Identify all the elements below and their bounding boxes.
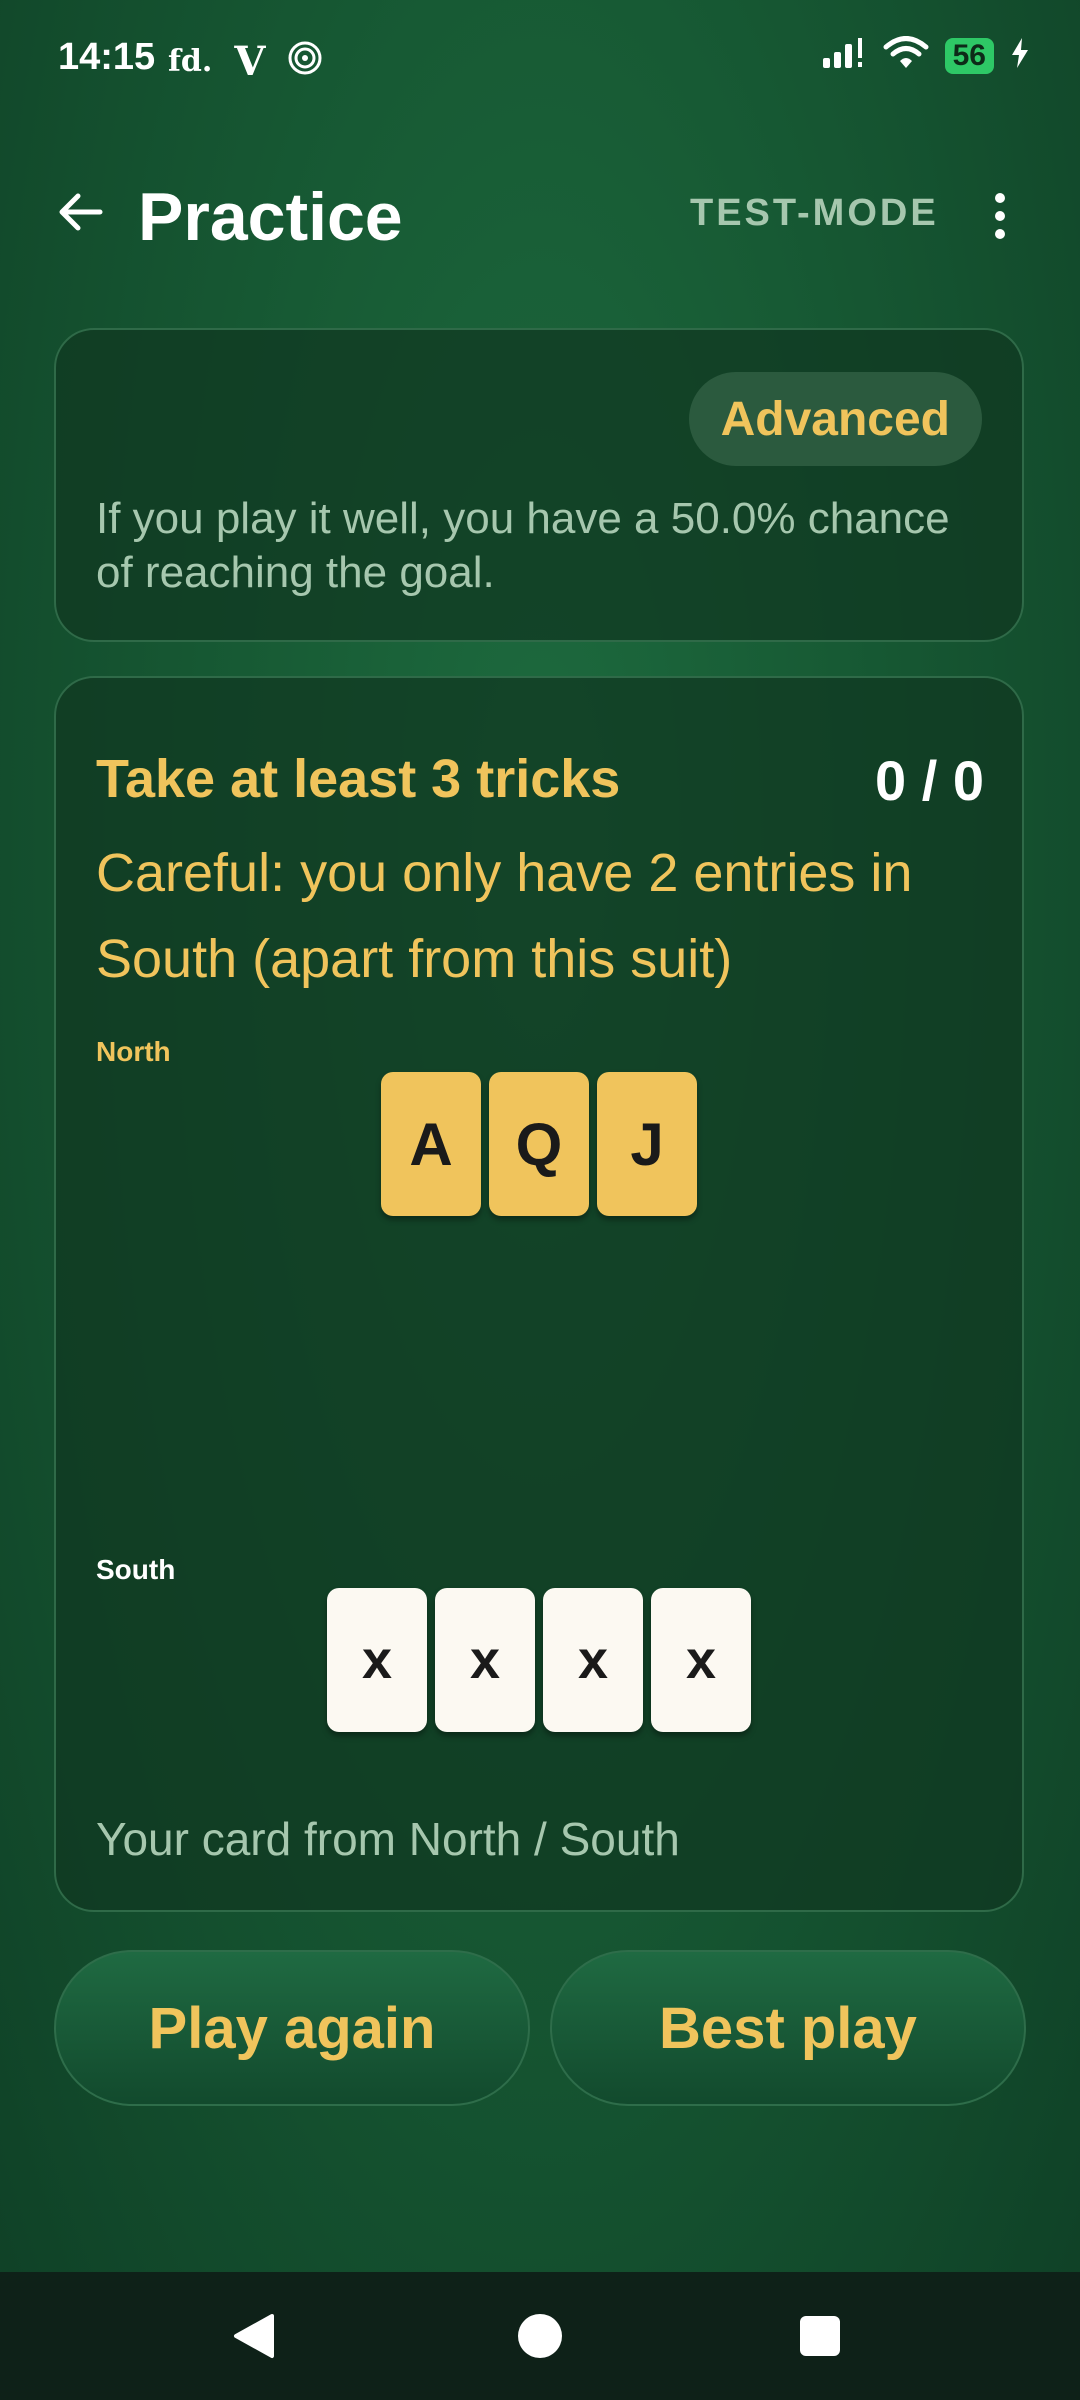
north-card[interactable]: A (381, 1072, 481, 1216)
system-icons: 56 (821, 36, 1030, 75)
nav-recents-icon[interactable] (800, 2316, 840, 2356)
fd-icon: fd. (168, 44, 213, 79)
system-nav-bar (0, 2272, 1080, 2400)
battery-indicator: 56 (944, 37, 994, 74)
north-card[interactable]: J (597, 1072, 697, 1216)
more-options-button[interactable] (980, 186, 1020, 246)
more-vert-dot (995, 229, 1005, 239)
nav-back-icon[interactable] (232, 2312, 276, 2360)
south-card[interactable]: x (651, 1588, 751, 1732)
nav-home-icon[interactable] (518, 2314, 562, 2358)
north-card[interactable]: Q (489, 1072, 589, 1216)
south-card[interactable]: x (543, 1588, 643, 1732)
v-icon: V (234, 38, 266, 85)
play-again-button[interactable]: Play again (54, 1950, 530, 2106)
status-bar: 14:15 fd. V 56 (0, 0, 1080, 120)
battery-level: 56 (952, 38, 986, 72)
info-card: Advanced If you play it well, you have a… (54, 328, 1024, 642)
best-play-button[interactable]: Best play (550, 1950, 1026, 2106)
score-counter: 0 / 0 (875, 749, 984, 812)
status-time: 14:15 (58, 36, 156, 78)
page-title: Practice (138, 179, 403, 255)
warning-text: Careful: you only have 2 entries in Sout… (96, 843, 913, 989)
more-vert-icon (995, 193, 1005, 203)
test-mode-button[interactable]: TEST-MODE (690, 192, 939, 235)
goal-title: Take at least 3 tricks (96, 749, 621, 809)
charging-icon (1010, 36, 1030, 75)
south-card[interactable]: x (327, 1588, 427, 1732)
back-button[interactable] (50, 182, 110, 242)
north-hand: A Q J (56, 1072, 1022, 1216)
south-card[interactable]: x (435, 1588, 535, 1732)
south-label: South (96, 1554, 176, 1585)
problem-card: Take at least 3 tricks 0 / 0 Careful: yo… (54, 676, 1024, 1912)
notification-icons: fd. V (168, 38, 323, 85)
north-label: North (96, 1036, 171, 1067)
chance-text: If you play it well, you have a 50.0% ch… (96, 494, 950, 597)
app-bar: Practice TEST-MODE (0, 150, 1080, 280)
south-hand: x x x x (56, 1588, 1022, 1732)
spiral-icon (287, 40, 323, 84)
difficulty-badge[interactable]: Advanced (688, 372, 982, 466)
wifi-icon (883, 36, 929, 75)
signal-icon (821, 36, 867, 75)
hint-text: Your card from North / South (96, 1813, 680, 1865)
arrow-left-icon (59, 193, 103, 231)
more-vert-dot (995, 211, 1005, 221)
